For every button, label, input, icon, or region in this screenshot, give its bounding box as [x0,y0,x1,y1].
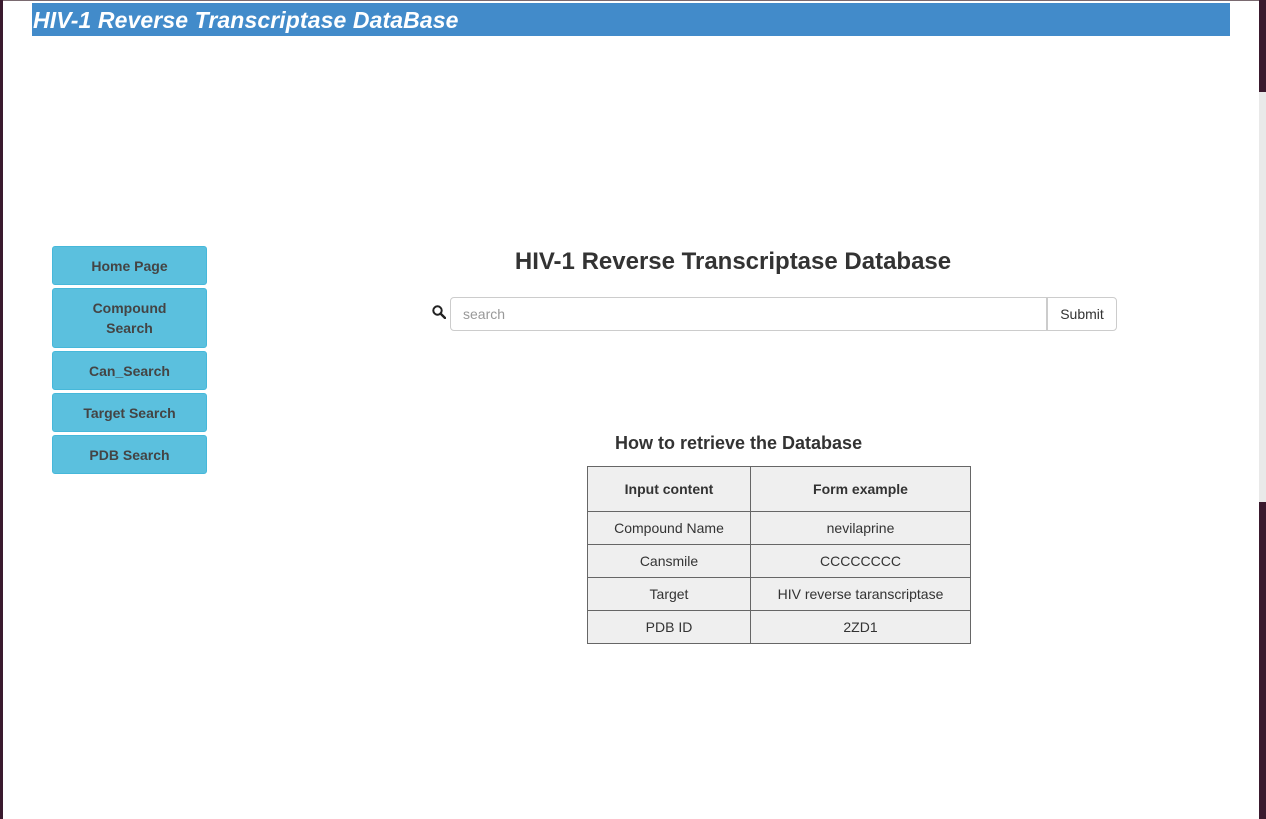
search-icon [432,305,446,319]
sidebar-item-compound-search[interactable]: Compound Search [52,288,207,348]
table-row: Compound Name nevilaprine [587,511,971,545]
table-row: Cansmile CCCCCCCC [587,544,971,578]
table-header-row: Input content Form example [587,466,971,512]
sidebar-item-home-page[interactable]: Home Page [52,246,207,285]
site-title[interactable]: HIV-1 Reverse Transcriptase DataBase [33,7,459,34]
howto-table: Input content Form example Compound Name… [587,466,971,644]
table-cell: CCCCCCCC [750,544,971,578]
desktop-edge-left [0,0,3,819]
table-row: PDB ID 2ZD1 [587,610,971,644]
column-header-input-content: Input content [587,466,751,512]
table-cell: Compound Name [587,511,751,545]
sidebar-item-pdb-search[interactable]: PDB Search [52,435,207,474]
column-header-form-example: Form example [750,466,971,512]
sidebar-item-target-search[interactable]: Target Search [52,393,207,432]
table-row: Target HIV reverse taranscriptase [587,577,971,611]
sidebar-nav: Home Page Compound Search Can_Search Tar… [52,246,207,477]
search-input[interactable] [450,297,1047,331]
table-cell: Target [587,577,751,611]
submit-button[interactable]: Submit [1047,297,1117,331]
page-title: HIV-1 Reverse Transcriptase Database [514,248,952,275]
table-cell: nevilaprine [750,511,971,545]
table-cell: PDB ID [587,610,751,644]
site-header: HIV-1 Reverse Transcriptase DataBase [32,3,1230,36]
howto-title: How to retrieve the Database [615,433,863,453]
desktop-edge-right-panel [1259,92,1266,502]
sidebar-item-can-search[interactable]: Can_Search [52,351,207,390]
window-top-border [0,0,1266,1]
table-cell: HIV reverse taranscriptase [750,577,971,611]
table-cell: 2ZD1 [750,610,971,644]
table-cell: Cansmile [587,544,751,578]
